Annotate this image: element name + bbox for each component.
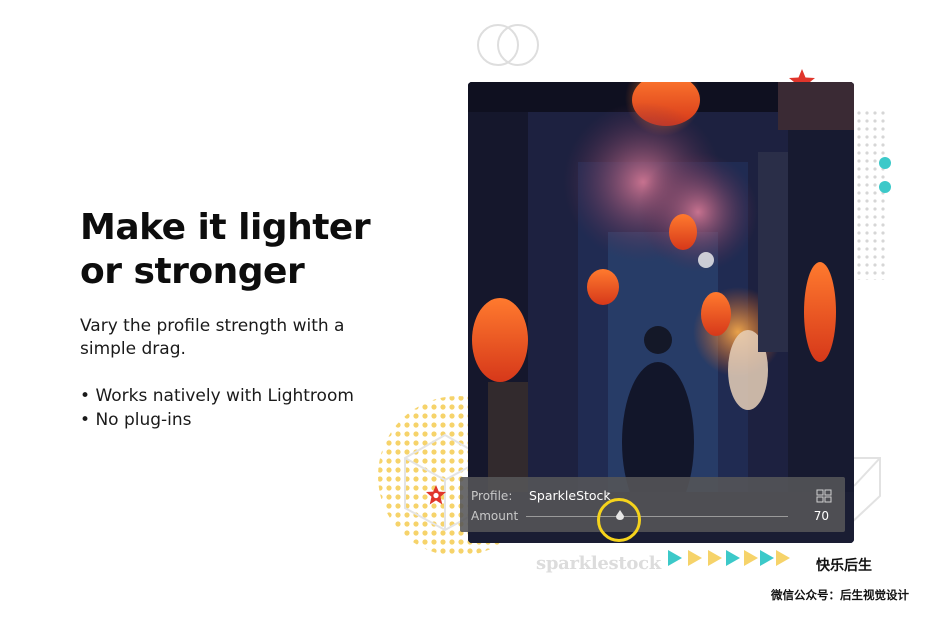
description-line-2: simple drag. [80,339,186,359]
feature-item: Works natively with Lightroom [80,384,353,408]
slider-highlight-ring [597,498,641,542]
alley-photo [468,82,854,543]
amount-slider[interactable] [526,516,788,517]
wechat-credit: 微信公众号：后生视觉设计 [771,588,909,602]
headline-line-1: Make it lighter [80,207,371,248]
star-icon [426,485,446,505]
headline-line-2: or stronger [80,251,305,292]
feature-list: Works natively with Lightroom No plug-in… [80,384,354,432]
two-circles-icon [477,24,539,66]
dropdown-caret-icon[interactable]: - [606,486,610,499]
grid-icon[interactable] [816,489,832,503]
sparklestock-watermark: sparklestock [536,553,661,574]
amount-value: 70 [813,509,829,523]
arrow-triangle-icon [668,550,790,566]
description-line-1: Vary the profile strength with a [80,316,345,336]
headline: Make it lighter or stronger [80,206,371,294]
teal-dots [879,157,891,193]
profile-dropdown[interactable]: SparkleStock [529,488,611,503]
profile-panel: Profile: SparkleStock - Amount 70 [460,477,845,532]
amount-label: Amount [471,509,519,523]
description: Vary the profile strength with a simple … [80,315,380,361]
feature-item: No plug-ins [80,408,354,432]
profile-label: Profile: [471,489,513,503]
brand-cn: 快乐后生 [816,558,872,574]
